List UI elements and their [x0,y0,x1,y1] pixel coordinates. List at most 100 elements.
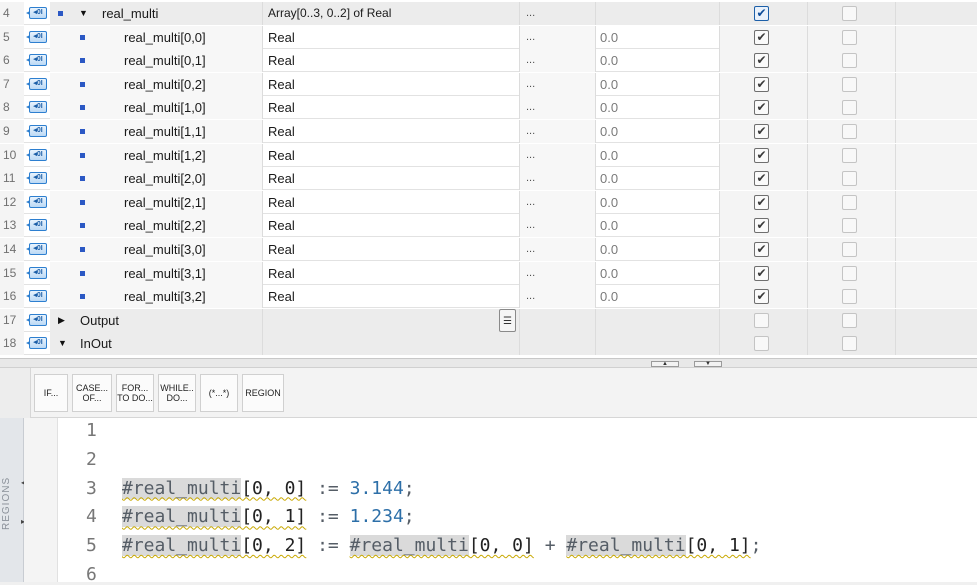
setpoint-checkbox[interactable] [842,265,857,281]
more-options-cell[interactable]: ... [520,261,596,285]
table-row[interactable]: 11 ◂0I real_multi[2,0] Real... 0.0 ✔ [0,167,977,191]
setpoint-checkbox[interactable] [842,194,857,210]
table-row[interactable]: 5 ◂0I real_multi[0,0] Real... 0.0 ✔ [0,25,977,49]
code-line[interactable]: #real_multi[0, 0] := 3.144; [122,477,415,499]
default-value-cell[interactable] [596,332,720,356]
insert-comment-button[interactable]: (*...*) [200,374,238,412]
data-type-cell[interactable]: Real [263,72,520,96]
name-cell[interactable]: ▼ InOut [50,332,263,356]
insert-case-button[interactable]: CASE... OF... [72,374,112,412]
collapse-toggle-icon[interactable]: ▼ [58,332,67,355]
data-type-cell[interactable] [263,308,520,332]
data-type-cell[interactable]: Real [263,190,520,214]
list-view-icon[interactable]: ☰ [499,308,516,332]
hmi-checkbox[interactable]: ✔ [754,29,769,45]
table-row[interactable]: 17 ◂0I ▶ Output ☰ [0,308,977,332]
setpoint-checkbox[interactable] [842,53,857,69]
table-row[interactable]: 14 ◂0I real_multi[3,0] Real... 0.0 ✔ [0,238,977,261]
pane-splitter[interactable]: ▲ ▼ [0,358,977,368]
table-row[interactable]: 6 ◂0I real_multi[0,1] Real... 0.0 ✔ [0,49,977,73]
default-value-cell[interactable]: 0.0 [596,72,720,96]
hmi-checkbox[interactable] [754,336,769,352]
table-row[interactable]: 15 ◂0I real_multi[3,1] Real... 0.0 ✔ [0,261,977,285]
code-line[interactable]: #real_multi[0, 2] := #real_multi[0, 0] +… [122,535,761,557]
scl-code-editor[interactable] [58,418,977,582]
data-type-cell[interactable]: Real [263,143,520,167]
default-value-cell[interactable]: 0.0 [596,214,720,238]
more-options-cell[interactable]: ... [520,96,596,120]
table-row[interactable]: 9 ◂0I real_multi[1,1] Real... 0.0 ✔ [0,120,977,143]
data-type-cell[interactable] [263,332,520,356]
insert-while-button[interactable]: WHILE.. DO... [158,374,196,412]
name-cell[interactable]: real_multi[3,1] [50,261,263,285]
default-value-cell[interactable]: 0.0 [596,238,720,261]
more-options-cell[interactable]: ... [520,120,596,143]
more-options-cell[interactable]: ... [520,72,596,96]
default-value-cell[interactable] [596,308,720,332]
hmi-checkbox[interactable] [754,312,769,328]
hmi-checkbox[interactable]: ✔ [754,218,769,234]
setpoint-checkbox[interactable] [842,6,857,21]
more-options-cell[interactable]: ... [520,167,596,191]
setpoint-checkbox[interactable] [842,147,857,163]
data-type-cell[interactable]: Real [263,214,520,238]
setpoint-checkbox[interactable] [842,289,857,305]
table-row[interactable]: 13 ◂0I real_multi[2,2] Real... 0.0 ✔ [0,214,977,238]
insert-region-button[interactable]: REGION [242,374,284,412]
default-value-cell[interactable]: 0.0 [596,96,720,120]
table-row[interactable]: 12 ◂0I real_multi[2,1] Real... 0.0 ✔ [0,190,977,214]
default-value-cell[interactable]: 0.0 [596,261,720,285]
default-value-cell[interactable]: 0.0 [596,49,720,73]
data-type-cell[interactable]: Real [263,49,520,73]
default-value-cell[interactable]: 0.0 [596,190,720,214]
data-type-cell[interactable]: Real [263,25,520,49]
setpoint-checkbox[interactable] [842,171,857,187]
hmi-checkbox[interactable]: ✔ [754,100,769,116]
expand-toggle-icon[interactable]: ▼ [79,2,88,25]
name-cell[interactable]: real_multi[2,1] [50,190,263,214]
data-type-cell[interactable]: Real [263,285,520,309]
name-cell[interactable]: real_multi[3,0] [50,238,263,261]
insert-if-button[interactable]: IF... [34,374,68,412]
data-type-cell[interactable]: Real [263,167,520,191]
hmi-checkbox[interactable]: ✔ [754,194,769,210]
default-value-cell[interactable] [596,2,720,25]
hmi-checkbox[interactable]: ✔ [754,53,769,69]
hmi-checkbox[interactable]: ✔ [754,76,769,92]
name-cell[interactable]: real_multi[2,2] [50,214,263,238]
insert-for-button[interactable]: FOR... TO DO... [116,374,154,412]
default-value-cell[interactable]: 0.0 [596,25,720,49]
collapse-up-icon[interactable]: ▲ [651,361,679,367]
table-row[interactable]: 18 ◂0I ▼ InOut [0,332,977,356]
default-value-cell[interactable]: 0.0 [596,120,720,143]
setpoint-checkbox[interactable] [842,336,857,352]
setpoint-checkbox[interactable] [842,242,857,257]
hmi-checkbox[interactable]: ✔ [754,265,769,281]
data-type-cell[interactable]: Real [263,238,520,261]
more-options-cell[interactable]: ... [520,190,596,214]
name-cell[interactable]: real_multi[2,0] [50,167,263,191]
table-row[interactable]: 16 ◂0I real_multi[3,2] Real... 0.0 ✔ [0,285,977,309]
default-value-cell[interactable]: 0.0 [596,285,720,309]
more-options-cell[interactable] [520,308,596,332]
more-options-cell[interactable]: ... [520,285,596,309]
data-type-cell[interactable]: Array[0..3, 0..2] of Real [263,2,520,25]
more-options-cell[interactable]: ... [520,214,596,238]
hmi-checkbox[interactable]: ✔ [754,289,769,305]
more-options-cell[interactable]: ... [520,238,596,261]
data-type-cell[interactable]: Real [263,96,520,120]
name-cell[interactable]: ▼ real_multi [50,2,263,25]
hmi-checkbox[interactable]: ✔ [754,242,769,257]
setpoint-checkbox[interactable] [842,100,857,116]
name-cell[interactable]: ▶ Output [50,308,263,332]
name-cell[interactable]: real_multi[3,2] [50,285,263,309]
more-options-cell[interactable]: ... [520,25,596,49]
hmi-checkbox[interactable]: ✔ [754,124,769,139]
setpoint-checkbox[interactable] [842,76,857,92]
data-type-cell[interactable]: Real [263,261,520,285]
name-cell[interactable]: real_multi[0,0] [50,25,263,49]
default-value-cell[interactable]: 0.0 [596,167,720,191]
table-row[interactable]: 4 ◂0I ▼ real_multi Array[0..3, 0..2] of Real… [0,2,977,25]
collapse-down-icon[interactable]: ▼ [694,361,722,367]
name-cell[interactable]: real_multi[1,0] [50,96,263,120]
